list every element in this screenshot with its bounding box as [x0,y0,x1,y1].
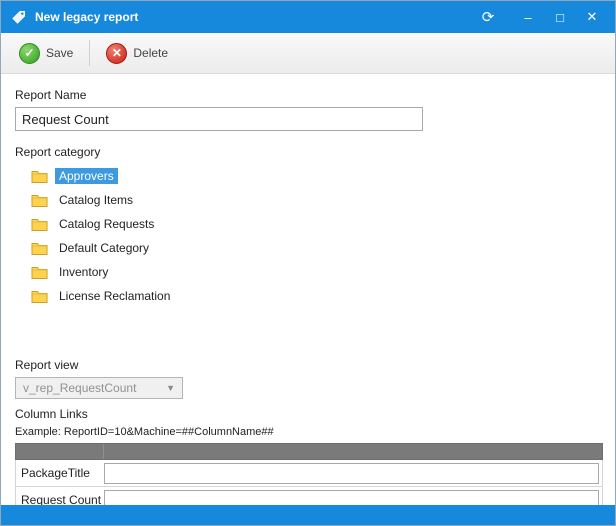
report-tag-icon [11,9,27,25]
report-view-label: Report view [15,358,601,372]
save-check-icon: ✓ [19,43,40,64]
packagetitle-label: PackageTitle [16,466,104,480]
table-header-cell [16,444,104,459]
maximize-button[interactable]: □ [547,6,573,28]
table-row: PackageTitle [15,460,603,487]
close-button[interactable]: ✕ [579,6,605,28]
tree-item-label: Catalog Items [55,192,137,208]
refresh-icon[interactable]: ⟳ [475,6,501,28]
tree-item-label: Catalog Requests [55,216,158,232]
tree-item-label: Default Category [55,240,153,256]
spacer [15,308,601,354]
window-title: New legacy report [35,10,138,24]
folder-icon [31,217,48,231]
tree-item-label: License Reclamation [55,288,174,304]
delete-button-label: Delete [133,46,168,60]
save-button-label: Save [46,46,73,60]
folder-icon [31,265,48,279]
folder-icon [31,289,48,303]
window-footer [1,505,615,525]
folder-icon [31,193,48,207]
request-count-label: Request Count [16,493,104,505]
report-view-select[interactable]: v_rep_RequestCount ▼ [15,377,183,399]
tree-item-inventory[interactable]: Inventory [31,260,601,284]
report-name-input[interactable] [15,107,423,131]
delete-button[interactable]: ✕ Delete [98,39,176,68]
tree-item-catalog-items[interactable]: Catalog Items [31,188,601,212]
toolbar-divider [89,40,90,66]
packagetitle-input[interactable] [104,463,599,484]
report-category-label: Report category [15,145,601,159]
tree-item-approvers[interactable]: Approvers [31,164,601,188]
table-header [15,443,603,460]
tree-item-catalog-requests[interactable]: Catalog Requests [31,212,601,236]
report-view-value: v_rep_RequestCount [23,381,136,395]
folder-icon [31,241,48,255]
titlebar: New legacy report ⟳ – □ ✕ [1,1,615,33]
report-name-label: Report Name [15,88,601,102]
minimize-button[interactable]: – [515,6,541,28]
tree-item-license-reclamation[interactable]: License Reclamation [31,284,601,308]
column-links-table: PackageTitle Request Count [15,443,603,505]
delete-cross-icon: ✕ [106,43,127,64]
save-button[interactable]: ✓ Save [11,39,81,68]
dialog-window: New legacy report ⟳ – □ ✕ ✓ Save ✕ Delet… [0,0,616,526]
tree-item-default-category[interactable]: Default Category [31,236,601,260]
column-links-label: Column Links [15,407,601,421]
folder-icon [31,169,48,183]
table-header-cell [104,444,602,459]
tree-item-label: Inventory [55,264,112,280]
tree-item-label: Approvers [55,168,118,184]
table-row: Request Count [15,487,603,505]
toolbar: ✓ Save ✕ Delete [1,33,615,74]
request-count-input[interactable] [104,490,599,506]
chevron-down-icon: ▼ [166,383,175,393]
dialog-content: Report Name Report category Approvers Ca… [1,74,615,505]
category-tree: Approvers Catalog Items Catalog Requests… [31,164,601,308]
column-links-example: Example: ReportID=10&Machine=##ColumnNam… [15,426,601,438]
